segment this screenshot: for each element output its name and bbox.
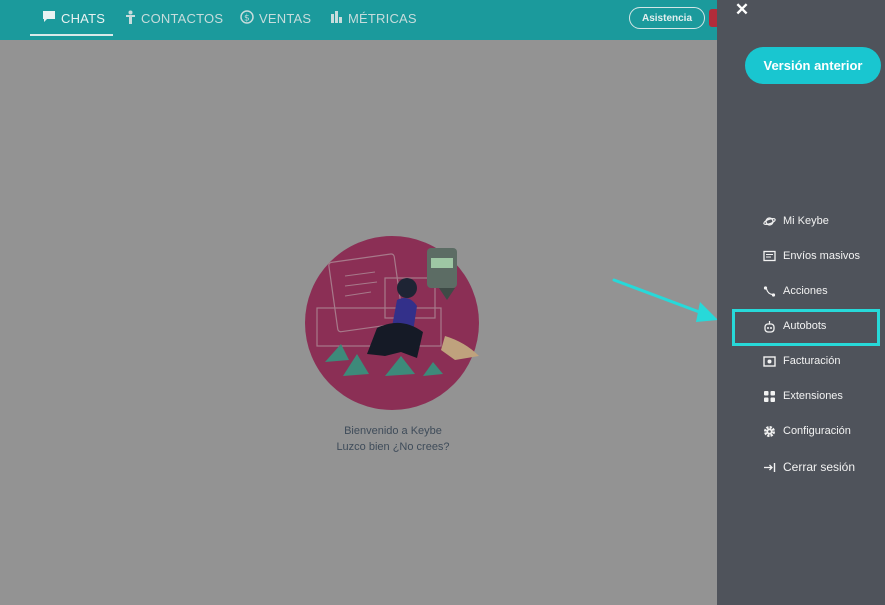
menu-item-extensiones[interactable]: Extensiones [763, 387, 843, 405]
annotation-arrow-icon [612, 278, 718, 322]
chat-bubble-icon [42, 10, 56, 26]
svg-text:$: $ [244, 13, 250, 23]
menu-item-autobots[interactable]: Autobots [763, 317, 826, 335]
menu-item-label: Configuración [783, 425, 851, 437]
menu-item-label: Facturación [783, 355, 841, 367]
menu-item-label: Acciones [783, 285, 828, 297]
route-icon [763, 285, 776, 298]
previous-version-button[interactable]: Versión anterior [745, 47, 881, 84]
side-menu-panel [717, 0, 885, 605]
tab-contactos-label: CONTACTOS [141, 10, 224, 26]
menu-item-cerrar-sesion[interactable]: Cerrar sesión [763, 458, 855, 476]
tab-ventas[interactable]: $ VENTAS [240, 0, 311, 36]
robot-icon [763, 320, 776, 333]
tab-ventas-label: VENTAS [259, 10, 312, 26]
tab-metricas-label: MÉTRICAS [348, 10, 417, 26]
welcome-title: Bienvenido a Keybe [344, 425, 442, 437]
tab-contactos[interactable]: CONTACTOS [125, 0, 223, 36]
message-square-icon [763, 250, 776, 263]
menu-item-label: Mi Keybe [783, 215, 829, 227]
person-icon [125, 10, 136, 27]
welcome-illustration [305, 236, 479, 410]
billing-icon [763, 355, 776, 368]
tab-metricas[interactable]: MÉTRICAS [330, 0, 417, 36]
logout-icon [763, 461, 776, 474]
menu-item-label: Cerrar sesión [783, 460, 856, 474]
menu-item-label: Autobots [783, 320, 827, 332]
assistance-button[interactable]: Asistencia [629, 7, 705, 29]
menu-item-facturacion[interactable]: Facturación [763, 352, 840, 370]
menu-item-envios-masivos[interactable]: Envíos masivos [763, 247, 860, 265]
tab-chats[interactable]: CHATS [42, 0, 105, 36]
gear-icon [763, 425, 776, 438]
planet-icon [763, 215, 776, 228]
menu-item-configuracion[interactable]: Configuración [763, 422, 851, 440]
grid-icon [763, 390, 776, 403]
close-icon[interactable]: ✕ [733, 0, 751, 19]
dollar-coin-icon: $ [240, 9, 254, 27]
tab-chats-label: CHATS [61, 10, 106, 26]
welcome-subtitle: Luzco bien ¿No crees? [336, 441, 450, 453]
menu-item-label: Envíos masivos [783, 250, 861, 262]
bar-chart-icon [330, 10, 343, 26]
menu-item-mi-keybe[interactable]: Mi Keybe [763, 212, 829, 230]
active-tab-indicator [30, 34, 113, 36]
menu-item-label: Extensiones [783, 390, 843, 402]
menu-item-acciones[interactable]: Acciones [763, 282, 828, 300]
